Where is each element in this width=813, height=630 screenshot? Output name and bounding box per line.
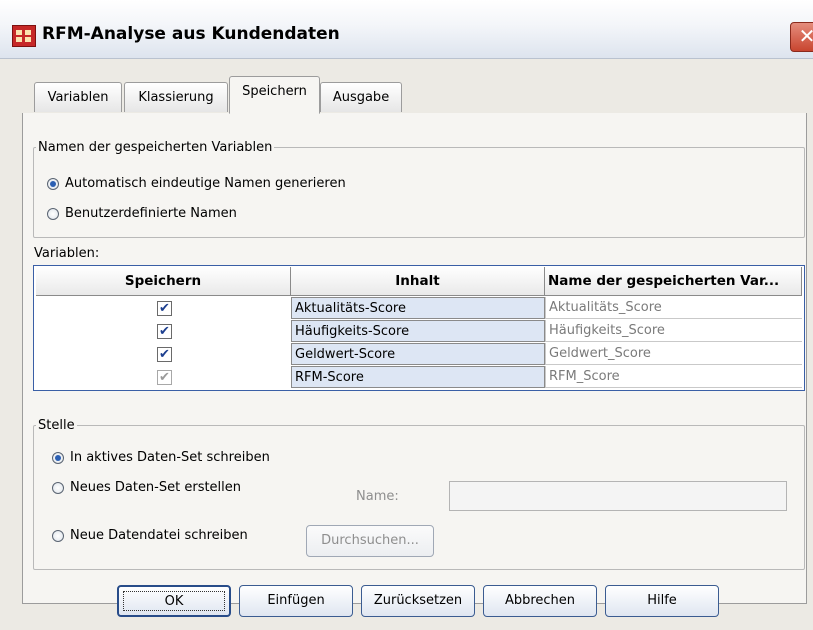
name-cell[interactable]: Häufigkeits_Score [545,320,802,342]
radio-active-dataset[interactable]: In aktives Daten-Set schreiben [52,450,270,465]
name-cell[interactable]: RFM_Score [545,366,802,388]
save-checkbox-disabled: ✔ [157,370,172,385]
radio-unselected-icon [47,207,59,220]
radio-selected-icon [47,177,59,190]
close-icon[interactable]: ✕ [790,22,813,52]
content-cell: Häufigkeits-Score [291,320,545,342]
radio-active-dataset-label: In aktives Daten-Set schreiben [70,450,270,465]
dialog-window: RFM-Analyse aus Kundendaten ✕ Variablen … [0,0,813,630]
radio-custom-names[interactable]: Benutzerdefinierte Namen [47,206,237,221]
name-cell[interactable]: Geldwert_Score [545,343,802,365]
help-button[interactable]: Hilfe [605,585,719,617]
location-group-legend: Stelle [38,418,75,433]
radio-auto-names-label: Automatisch eindeutige Namen generieren [65,176,346,191]
names-group-legend: Namen der gespeicherten Variablen [38,140,273,155]
cancel-button[interactable]: Abbrechen [483,585,597,617]
paste-button[interactable]: Einfügen [239,585,353,617]
column-header-speichern[interactable]: Speichern [36,267,291,296]
window-title: RFM-Analyse aus Kundendaten [42,24,340,44]
ok-button[interactable]: OK [117,585,231,617]
tab-klassierung[interactable]: Klassierung [124,82,228,112]
radio-unselected-icon [52,481,64,494]
radio-custom-names-label: Benutzerdefinierte Namen [65,206,237,221]
variables-label: Variablen: [34,246,100,261]
radio-new-file[interactable]: Neue Datendatei schreiben [52,528,248,543]
content-cell: Aktualitäts-Score [291,297,545,319]
browse-button[interactable]: Durchsuchen... [306,525,434,557]
radio-selected-icon [52,451,64,464]
variables-grid[interactable]: Speichern Inhalt Name der gespeicherten … [33,265,805,391]
name-cell[interactable]: Aktualitäts_Score [545,297,802,319]
save-checkbox[interactable]: ✔ [157,347,172,362]
reset-button[interactable]: Zurücksetzen [361,585,475,617]
save-checkbox[interactable]: ✔ [157,301,172,316]
radio-new-file-label: Neue Datendatei schreiben [70,528,248,543]
content-cell: RFM-Score [291,366,545,388]
column-header-inhalt[interactable]: Inhalt [291,267,545,296]
content-cell: Geldwert-Score [291,343,545,365]
tab-variablen[interactable]: Variablen [34,82,122,112]
tab-ausgabe[interactable]: Ausgabe [320,82,402,112]
column-header-name[interactable]: Name der gespeicherten Var... [545,267,802,296]
radio-new-dataset-label: Neues Daten-Set erstellen [70,480,242,495]
radio-unselected-icon [52,529,64,542]
tab-speichern[interactable]: Speichern [229,76,320,114]
dataset-name-label: Name: [356,489,399,504]
title-bar[interactable]: RFM-Analyse aus Kundendaten ✕ [0,0,813,59]
dataset-name-input[interactable] [449,481,787,511]
radio-auto-names[interactable]: Automatisch eindeutige Namen generieren [47,176,346,191]
app-icon [12,25,36,47]
save-checkbox[interactable]: ✔ [157,324,172,339]
radio-new-dataset[interactable]: Neues Daten-Set erstellen [52,480,241,495]
